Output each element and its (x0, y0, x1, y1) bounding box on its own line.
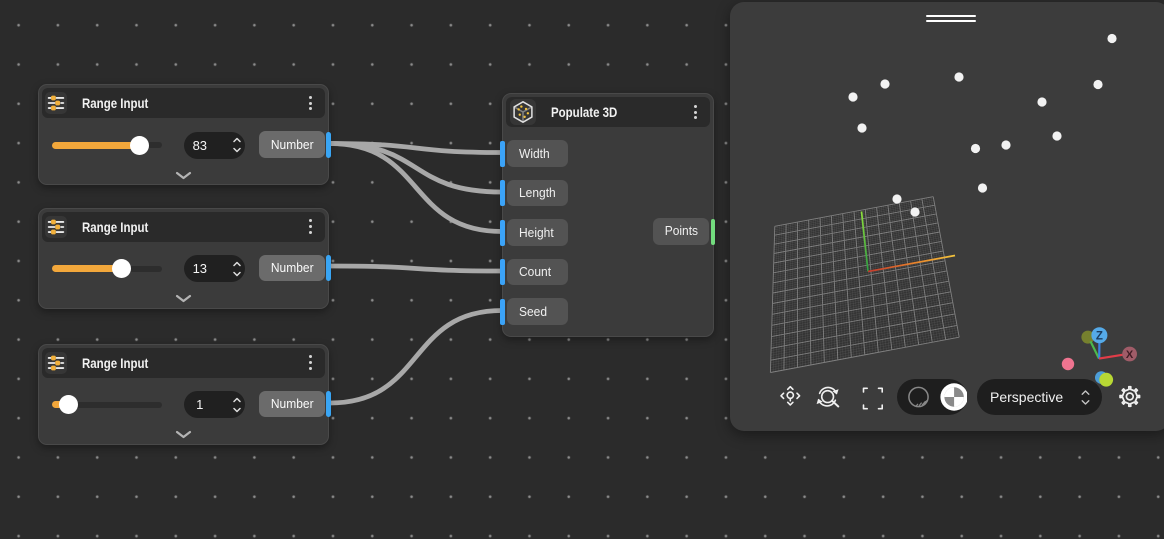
svg-text:X: X (1126, 349, 1134, 361)
svg-text:Z: Z (1096, 331, 1103, 343)
